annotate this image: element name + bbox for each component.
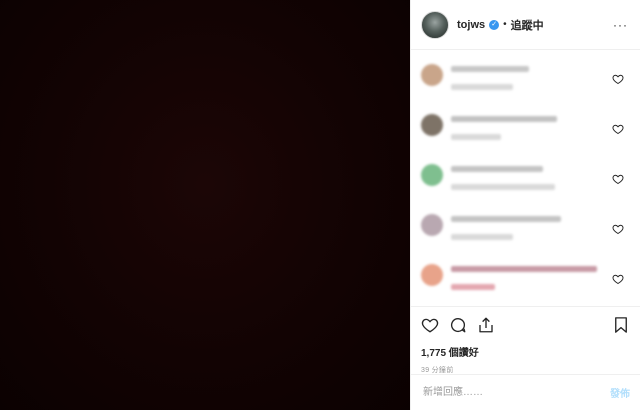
comment-like-heart-icon[interactable] [612,172,624,185]
commenter-avatar[interactable] [421,214,443,236]
blurred-comment-meta [451,284,495,290]
blurred-comment-line [451,166,543,172]
comment-icon[interactable] [449,316,467,334]
comment-item [411,210,640,260]
more-options-icon[interactable]: ··· [613,18,628,32]
comment-item [411,60,640,110]
likes-count[interactable]: 1,775 個讚好 [411,342,640,359]
comment-like-heart-icon[interactable] [612,272,624,285]
blurred-comment-line [451,66,529,72]
comment-like-heart-icon[interactable] [612,72,624,85]
comment-item [411,260,640,306]
separator-dot: • [503,19,507,30]
blurred-comment-meta [451,134,501,140]
comment-input[interactable] [421,386,610,399]
comment-like-heart-icon[interactable] [612,122,624,135]
comment-text-blurred [451,60,529,110]
like-heart-icon[interactable] [421,316,439,334]
blurred-comment-line [451,116,557,122]
comment-like-heart-icon[interactable] [612,222,624,235]
commenter-avatar[interactable] [421,64,443,86]
comment-text-blurred [451,160,555,210]
comment-item [411,160,640,210]
author-username[interactable]: tojws [457,19,485,31]
bookmark-icon[interactable] [612,316,630,334]
blurred-comment-meta [451,234,513,240]
following-button[interactable]: 追蹤中 [511,17,544,33]
comment-text-blurred [451,210,561,260]
commenter-avatar[interactable] [421,164,443,186]
share-icon[interactable] [477,316,495,334]
blurred-comment-line [451,266,597,272]
action-bar [411,306,640,342]
blurred-comment-line [451,216,561,222]
comments-list[interactable] [411,50,640,306]
post-comment-button[interactable]: 發佈 [610,385,630,400]
author-avatar[interactable] [421,10,449,39]
post-side-panel: tojws ✓ • 追蹤中 ··· 1,775 個讚好 39 分鐘前 發佈 [410,0,640,410]
comment-text-blurred [451,260,597,306]
blurred-comment-meta [451,84,513,90]
commenter-avatar[interactable] [421,114,443,136]
verified-badge-icon: ✓ [489,19,500,30]
blurred-comment-meta [451,184,555,190]
post-header: tojws ✓ • 追蹤中 ··· [411,0,640,50]
commenter-avatar[interactable] [421,264,443,286]
add-comment-bar: 發佈 [411,374,640,410]
comment-item [411,110,640,160]
post-media[interactable] [0,0,410,410]
comment-text-blurred [451,110,557,160]
post-timestamp[interactable]: 39 分鐘前 [411,359,640,375]
